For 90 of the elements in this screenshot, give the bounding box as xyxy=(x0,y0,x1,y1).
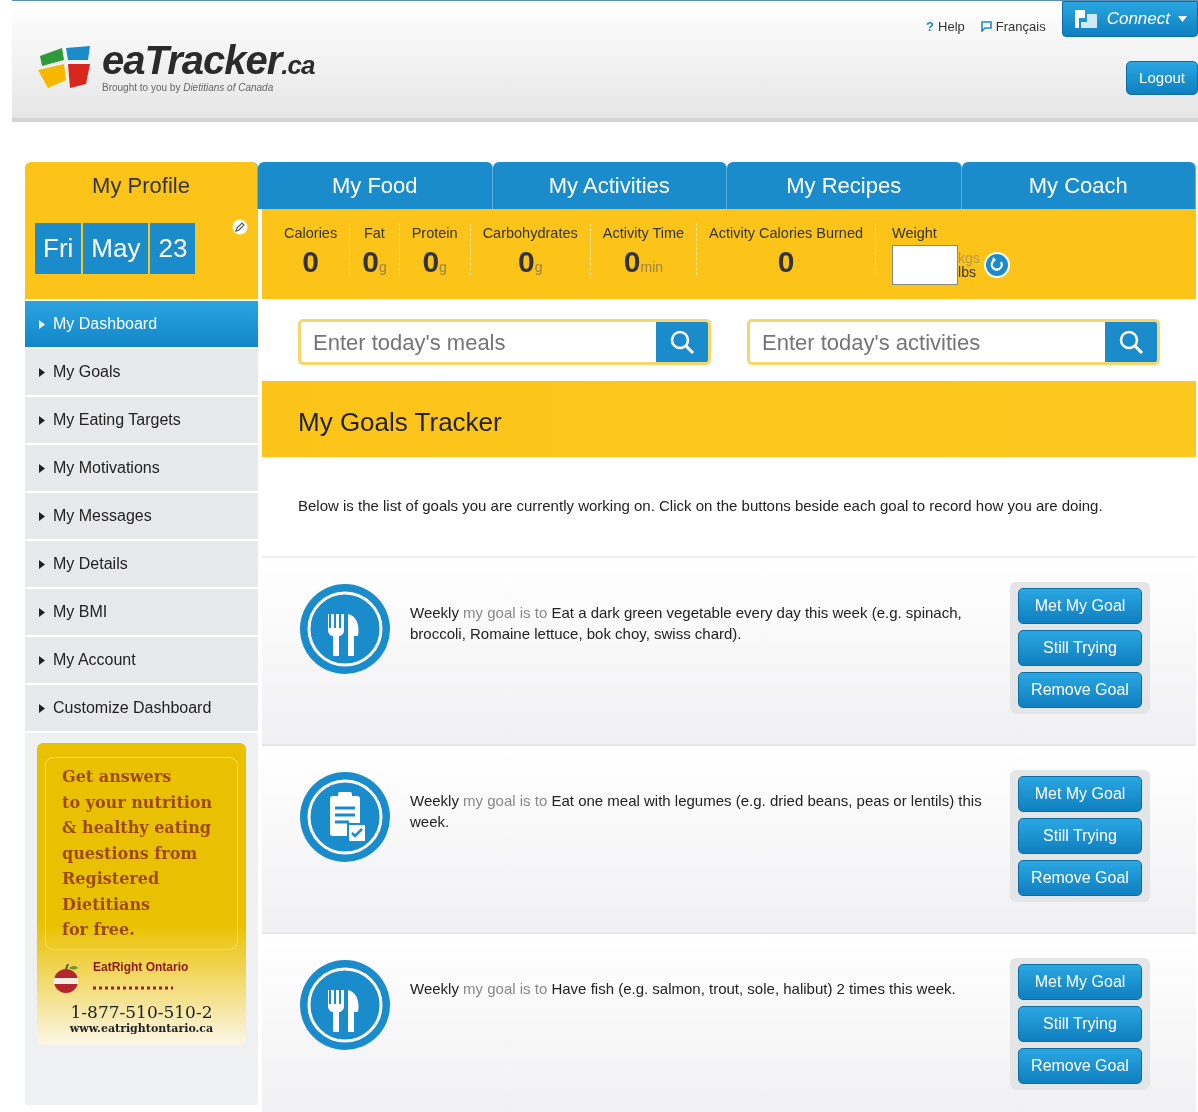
clipboard-icon xyxy=(298,769,392,864)
triangle-icon xyxy=(39,368,45,378)
unit-label: g xyxy=(534,258,543,275)
help-icon: ? xyxy=(926,17,935,37)
search-field[interactable]: Enter today's activities xyxy=(747,319,1160,365)
search-icon xyxy=(669,329,695,355)
stat-label: Activity Time xyxy=(602,224,685,243)
triangle-icon xyxy=(39,608,45,618)
goal-text: Weekly my goal is to Eat one meal with legumes (e.g. dried beans, peas or lentils) this week. xyxy=(409,790,983,832)
header-link[interactable]: Français xyxy=(980,17,1046,37)
sidebar-item[interactable]: My Goals xyxy=(25,349,258,397)
goal-button[interactable]: Remove Goal xyxy=(1018,859,1142,896)
tagline: Brought to you by Dietitians of Canada xyxy=(102,81,275,95)
unit-label: g xyxy=(378,258,387,275)
search-field[interactable]: Enter today's meals xyxy=(298,319,711,365)
sidebar-item[interactable]: Customize Dashboard xyxy=(25,685,258,733)
triangle-icon xyxy=(39,464,45,474)
goal-button[interactable]: Met My Goal xyxy=(1018,775,1142,812)
unit-label: g xyxy=(439,258,447,275)
stat-label: Calories xyxy=(284,224,338,243)
goal-text: Weekly my goal is to Eat a dark green vegetable every day this week (e.g. spinach, broccoli, Romaine lettuce, bok choy, swiss chard). xyxy=(409,602,963,644)
connect-logo-icon xyxy=(1072,7,1099,30)
search-button[interactable] xyxy=(656,322,708,362)
ad-text: to your nutrition xyxy=(62,791,214,814)
weight-field[interactable] xyxy=(892,244,959,285)
ad-text: questions from xyxy=(62,842,199,865)
stat-label: Activity Calories Burned xyxy=(709,224,864,243)
stat-label: Fat xyxy=(362,224,386,243)
stat-value: 0g xyxy=(362,244,387,278)
ad-text: Dietitians xyxy=(62,893,152,916)
utensils-icon xyxy=(298,957,392,1052)
triangle-icon xyxy=(39,512,45,522)
ad-banner[interactable]: Get answers to your nutrition & healthy eating questions from Registered Dietitians for free. EatRight Ontario 1-877-510-510-2 www.eatrightontario.ca xyxy=(37,743,246,1045)
stat-value: 0g xyxy=(516,244,544,278)
ad-text: & healthy eating xyxy=(62,817,212,839)
sidebar-item[interactable]: My Dashboard xyxy=(25,301,258,349)
header-link[interactable]: ? Help xyxy=(926,17,965,37)
unit-option[interactable]: lbs xyxy=(958,264,980,279)
brand-name: EatRight Ontario xyxy=(93,958,189,976)
sidebar-item[interactable]: My Messages xyxy=(25,493,258,541)
search-icon xyxy=(1118,329,1144,355)
unit-label: min xyxy=(640,258,664,275)
stat-label: Carbohydrates xyxy=(482,224,578,243)
triangle-icon xyxy=(39,656,45,666)
ad-text: Registered xyxy=(62,868,161,890)
triangle-icon xyxy=(39,560,45,570)
goal-button[interactable]: Still Trying xyxy=(1018,1005,1142,1042)
section-title: My Goals Tracker xyxy=(262,381,1196,457)
logout-button[interactable]: Logout xyxy=(1126,60,1198,95)
ad-text: for free. xyxy=(62,919,136,941)
stat-label: Weight xyxy=(892,224,938,243)
nav-tab[interactable]: My Profile xyxy=(25,162,258,209)
logo-text: eaTracker.ca xyxy=(102,40,315,80)
goal-button[interactable]: Still Trying xyxy=(1018,817,1142,854)
sidebar-item[interactable]: My Details xyxy=(25,541,258,589)
date-part: Fri xyxy=(35,223,84,274)
connect-button[interactable]: Connect xyxy=(1061,1,1198,37)
ad-text: Get answers xyxy=(62,766,173,788)
stat-value: 0 xyxy=(776,244,796,278)
date-part: May xyxy=(83,223,151,274)
goal-button[interactable]: Remove Goal xyxy=(1018,1047,1142,1084)
sidebar-item[interactable]: My BMI xyxy=(25,589,258,637)
sidebar-item[interactable]: My Eating Targets xyxy=(25,397,258,445)
triangle-icon xyxy=(39,704,45,714)
pencil-icon xyxy=(232,219,248,235)
phone-number: 1-877-510-510-2 xyxy=(69,1003,214,1021)
goal-button[interactable]: Met My Goal xyxy=(1018,587,1142,624)
date-part: 23 xyxy=(150,223,198,274)
sidebar-item[interactable]: My Account xyxy=(25,637,258,685)
utensils-icon xyxy=(298,581,392,676)
stat-label: Protein xyxy=(411,224,458,243)
nav-tab[interactable]: My Activities xyxy=(492,162,727,209)
goal-button[interactable]: Still Trying xyxy=(1018,629,1142,666)
website-url: www.eatrightontario.ca xyxy=(68,1020,215,1037)
search-button[interactable] xyxy=(1105,322,1157,362)
caret-icon xyxy=(1178,15,1187,22)
goal-button[interactable]: Met My Goal xyxy=(1018,963,1142,1000)
goal-text: Weekly my goal is to Have fish (e.g. salmon, trout, sole, halibut) 2 times this week. xyxy=(409,978,957,999)
stat-value: 0 xyxy=(301,244,320,278)
speech-bubble-icon xyxy=(980,21,992,33)
refresh-icon xyxy=(983,251,1010,278)
stat-value: 0g xyxy=(421,244,448,278)
triangle-icon xyxy=(39,416,45,426)
sidebar-item[interactable]: My Motivations xyxy=(25,445,258,493)
nav-tab[interactable]: My Coach xyxy=(961,162,1196,209)
nav-tab[interactable]: My Food xyxy=(258,162,493,209)
nav-tab[interactable]: My Recipes xyxy=(727,162,962,209)
stat-value: 0min xyxy=(622,244,665,278)
triangle-icon xyxy=(39,320,45,330)
goal-button[interactable]: Remove Goal xyxy=(1018,671,1142,708)
